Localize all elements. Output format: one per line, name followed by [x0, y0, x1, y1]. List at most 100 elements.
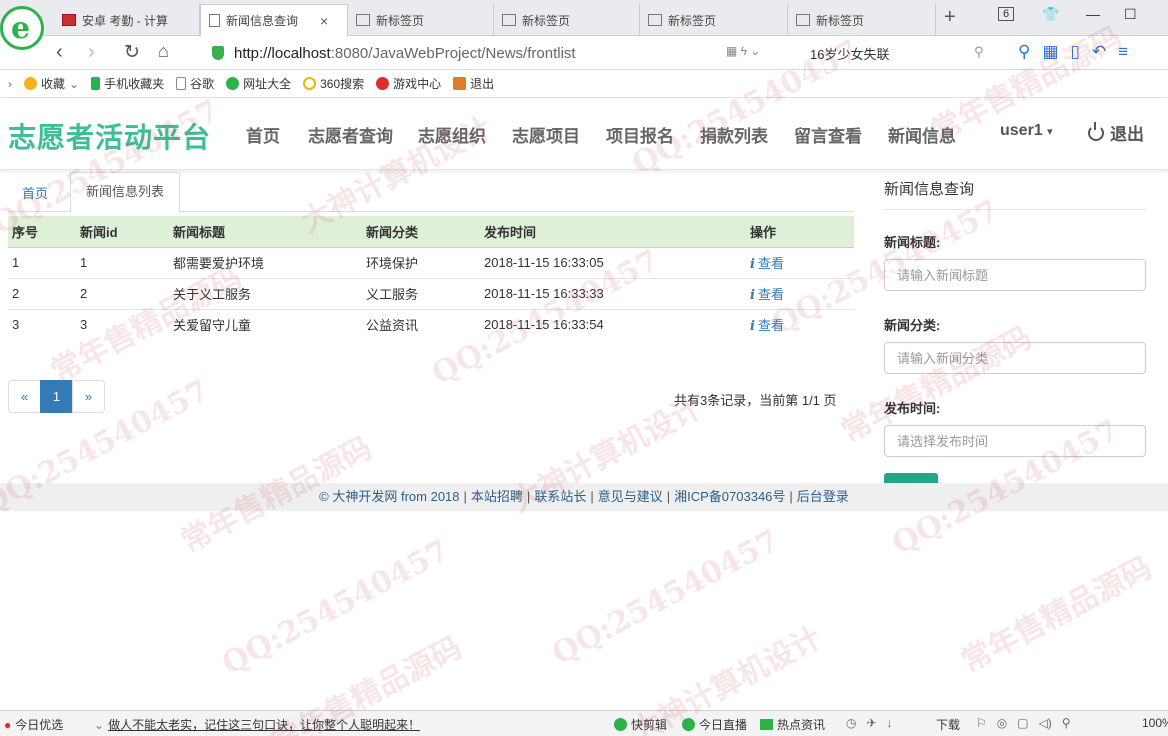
bookmark-directory[interactable]: 网址大全: [226, 75, 291, 92]
hot-search-text[interactable]: 16岁少女失联: [810, 44, 889, 63]
fire-icon: ●: [4, 717, 12, 732]
search-icon[interactable]: ⚲: [974, 44, 984, 60]
bookmark-favorites[interactable]: 收藏 ⌄: [24, 75, 79, 92]
status-zoom[interactable]: 100%: [1142, 716, 1168, 730]
publish-time-label: 发布时间:: [884, 401, 941, 416]
cell-index: 2: [8, 277, 76, 309]
site-header: 志愿者活动平台 首页 志愿者查询 志愿组织 志愿项目 项目报名 捐款列表 留言查…: [0, 98, 1168, 170]
browser-tab[interactable]: 新标签页: [348, 4, 494, 36]
breadcrumb-home-link[interactable]: 首页: [22, 183, 48, 202]
status-download[interactable]: 下载: [936, 716, 960, 733]
forward-icon[interactable]: ›: [88, 41, 95, 64]
footer-link-contact[interactable]: 联系站长: [534, 489, 586, 504]
cell-index: 1: [8, 246, 76, 278]
nav-donations[interactable]: 捐款列表: [700, 122, 768, 147]
bookmark-google[interactable]: 谷歌: [176, 75, 214, 92]
browser-tab[interactable]: 新标签页: [640, 4, 788, 36]
toolbar-icons[interactable]: ⚲▦▯↶≡: [1018, 42, 1140, 62]
news-category-label: 新闻分类:: [884, 318, 941, 333]
browser-logo-icon[interactable]: e: [0, 6, 44, 50]
logout-button[interactable]: 退出: [1088, 120, 1144, 145]
cell-publish-time: 2018-11-15 16:33:05: [480, 246, 746, 278]
game-icon: [376, 77, 390, 90]
news-icon: [760, 719, 773, 730]
cell-news-category: 公益资讯: [362, 308, 480, 340]
footer-link-feedback[interactable]: 意见与建议: [598, 489, 663, 504]
header-index: 序号: [8, 216, 76, 248]
news-category-input[interactable]: [884, 342, 1146, 374]
username: user1: [1000, 122, 1043, 139]
status-more-icons[interactable]: ⚐ ◎ ▢ ◁) ⚲: [976, 716, 1071, 730]
status-today-picks[interactable]: ● 今日优选: [4, 716, 63, 733]
chevron-down-icon: ⌄: [69, 76, 80, 91]
qr-lightning-icons[interactable]: ▦ ϟ ⌄: [726, 44, 760, 58]
address-bar: ‹ › ↻ ⌂ http://localhost:8080/JavaWebPro…: [0, 36, 1168, 70]
browser-tab-active[interactable]: 新闻信息查询 ×: [200, 4, 348, 36]
pagination: « 1 »: [8, 380, 105, 413]
nav-projects[interactable]: 志愿项目: [512, 122, 580, 147]
home-icon[interactable]: ⌂: [158, 41, 169, 62]
nav-organizations[interactable]: 志愿组织: [418, 122, 486, 147]
publish-time-input[interactable]: [884, 425, 1146, 457]
new-tab-icon[interactable]: +: [944, 6, 956, 29]
news-search-panel: 新闻信息查询 新闻标题: 新闻分类: 发布时间: 查询: [884, 172, 1146, 507]
cell-actions: i 查看: [746, 277, 854, 309]
secure-shield-icon: [212, 46, 224, 60]
cell-news-id: 3: [76, 308, 169, 340]
browser-tab[interactable]: 安卓 考勤 - 计算: [54, 4, 200, 36]
news-title-input[interactable]: [884, 259, 1146, 291]
bookmark-exit[interactable]: 退出: [453, 75, 494, 92]
tab-count-badge[interactable]: 6: [998, 7, 1015, 21]
pagination-prev[interactable]: «: [8, 380, 41, 413]
nav-news[interactable]: 新闻信息: [888, 122, 956, 147]
grid-icon: [356, 14, 370, 26]
view-link[interactable]: i 查看: [750, 318, 784, 334]
status-quick-edit[interactable]: 快剪辑: [614, 716, 667, 733]
nav-messages[interactable]: 留言查看: [794, 122, 862, 147]
status-live[interactable]: 今日直播: [682, 716, 747, 733]
cell-news-title: 都需要爱护环境: [169, 246, 362, 278]
back-icon[interactable]: ‹: [56, 41, 63, 64]
breadcrumb-current-tab[interactable]: 新闻信息列表: [70, 172, 181, 213]
nav-home[interactable]: 首页: [246, 122, 280, 147]
footer-link-jobs[interactable]: 本站招聘: [471, 489, 523, 504]
page-favicon-icon: [62, 14, 76, 26]
footer-link-admin-login[interactable]: 后台登录: [797, 489, 849, 504]
bookmark-mobile[interactable]: 手机收藏夹: [91, 75, 164, 92]
ring-icon: [303, 77, 317, 90]
footer-link-icp[interactable]: 湘ICP备0703346号: [674, 489, 785, 504]
minimize-icon[interactable]: —: [1086, 6, 1100, 22]
bookmark-360-search[interactable]: 360搜索: [303, 75, 364, 92]
close-tab-icon[interactable]: ×: [320, 13, 328, 29]
cell-publish-time: 2018-11-15 16:33:54: [480, 308, 746, 340]
grid-icon: [648, 14, 662, 26]
status-hot-news[interactable]: 热点资讯: [760, 716, 825, 733]
user-menu[interactable]: user1 ▾: [1000, 122, 1053, 140]
nav-project-signup[interactable]: 项目报名: [606, 122, 674, 147]
table-row: 1 1 都需要爱护环境 环境保护 2018-11-15 16:33:05 i 查看: [8, 246, 854, 278]
footer-copyright[interactable]: © 大神开发网 from 2018: [319, 489, 459, 504]
browser-tab[interactable]: 新标签页: [494, 4, 640, 36]
refresh-icon[interactable]: ↻: [124, 41, 140, 64]
header-news-title: 新闻标题: [169, 216, 362, 248]
pagination-next[interactable]: »: [72, 380, 105, 413]
browser-tab[interactable]: 新标签页: [788, 4, 936, 36]
pagination-page[interactable]: 1: [40, 380, 73, 413]
view-link[interactable]: i 查看: [750, 287, 784, 303]
maximize-icon[interactable]: ☐: [1124, 6, 1137, 23]
header-actions: 操作: [746, 216, 854, 248]
caret-down-icon: ▾: [1047, 126, 1053, 138]
power-icon: [1088, 121, 1104, 141]
sidebar-toggle-icon[interactable]: ›: [8, 77, 12, 91]
site-brand[interactable]: 志愿者活动平台: [8, 116, 211, 156]
table-row: 2 2 关于义工服务 义工服务 2018-11-15 16:33:33 i 查看: [8, 277, 854, 309]
nav-volunteer-search[interactable]: 志愿者查询: [308, 122, 393, 147]
cell-news-category: 环境保护: [362, 246, 480, 278]
shirt-skin-icon[interactable]: 👕: [1042, 6, 1059, 23]
view-link[interactable]: i 查看: [750, 256, 784, 272]
news-title-label: 新闻标题:: [884, 235, 941, 250]
status-news-ticker[interactable]: ⌄ 做人不能太老实，记住这三句口诀，让你整个人聪明起来！: [94, 716, 420, 733]
bookmark-games[interactable]: 游戏中心: [376, 75, 441, 92]
status-tool-icons[interactable]: ◷ ✈ ↓: [846, 716, 893, 730]
cell-news-title: 关爱留守儿童: [169, 308, 362, 340]
